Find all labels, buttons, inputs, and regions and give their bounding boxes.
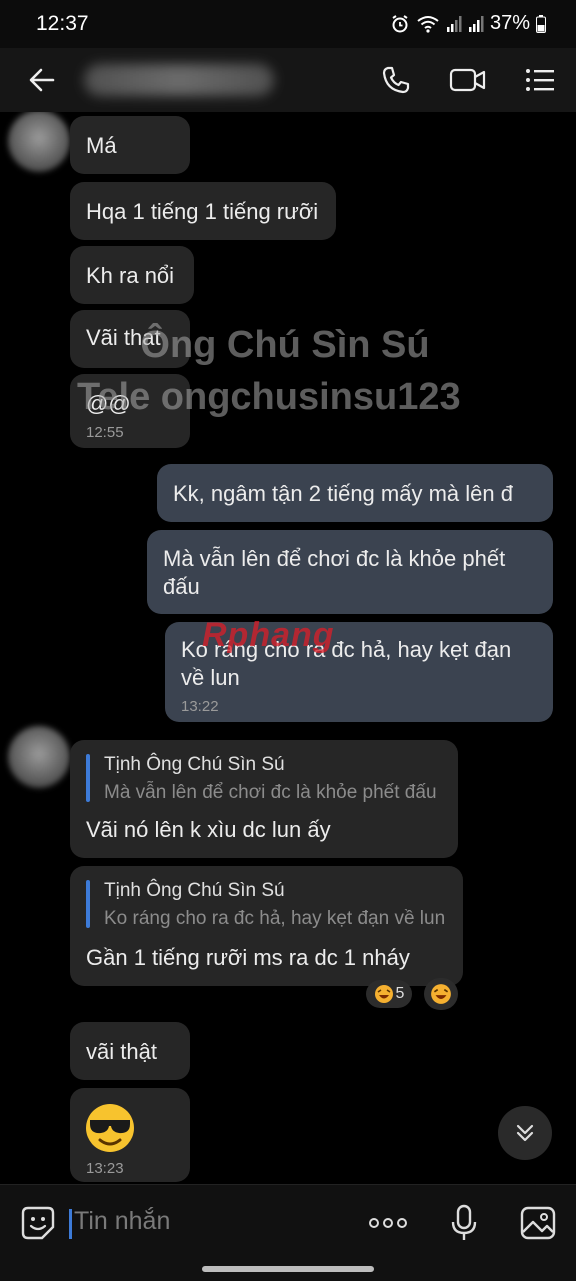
message-bubble[interactable]: Hqa 1 tiếng 1 tiếng rưỡi <box>70 182 336 240</box>
message-text: vãi thật <box>86 1039 157 1064</box>
message-bubble[interactable]: @@ 12:55 <box>70 374 190 448</box>
message-bubble-outgoing[interactable]: Kk, ngâm tận 2 tiếng mấy mà lên đ <box>157 464 553 522</box>
reply-author: Tịnh Ông Chú Sìn Sú <box>104 880 285 901</box>
phone-icon <box>382 66 410 94</box>
reply-quote-bar <box>86 754 90 802</box>
voice-call-button[interactable] <box>374 58 418 102</box>
sticker-button[interactable] <box>16 1201 60 1245</box>
chat-header <box>0 48 576 112</box>
wifi-icon <box>417 15 439 33</box>
message-text: @@ <box>86 391 131 416</box>
message-time: 13:22 <box>181 698 219 715</box>
avatar[interactable] <box>8 726 70 788</box>
status-time: 12:37 <box>36 12 89 35</box>
message-bubble[interactable]: vãi thật <box>70 1022 190 1080</box>
status-bar: 12:37 37% <box>0 0 576 48</box>
menu-button[interactable] <box>518 58 562 102</box>
text-caret <box>69 1209 72 1239</box>
watermark-logo: Rphang <box>202 616 335 654</box>
add-reaction-button[interactable] <box>424 978 458 1010</box>
video-call-button[interactable] <box>446 58 490 102</box>
sticker-icon <box>21 1206 55 1240</box>
message-bubble[interactable]: Kh ra nổi <box>70 246 194 304</box>
reaction-count: 5 <box>395 985 405 1002</box>
double-chevron-down-icon <box>516 1124 534 1142</box>
message-bubble-outgoing[interactable]: Mà vẫn lên để chơi đc là khỏe phết đấu <box>147 530 553 614</box>
message-input[interactable]: Tin nhắn <box>74 1207 170 1236</box>
gallery-button[interactable] <box>516 1201 560 1245</box>
battery-percent: 37% <box>489 12 530 34</box>
avatar[interactable] <box>8 112 70 172</box>
home-indicator[interactable] <box>202 1266 374 1272</box>
microphone-icon <box>451 1204 477 1240</box>
scroll-to-bottom-button[interactable] <box>498 1106 552 1160</box>
laughing-emoji-icon <box>374 985 393 1003</box>
status-icons: 37% <box>390 12 546 35</box>
battery-icon <box>536 14 546 33</box>
reply-snippet: Mà vẫn lên để chơi đc là khỏe phết đấu <box>104 782 437 803</box>
more-options-button[interactable] <box>366 1201 410 1245</box>
signal-icon-1 <box>446 15 462 32</box>
message-bubble[interactable]: Má <box>70 116 190 174</box>
reaction-badge[interactable]: 5 <box>366 980 412 1008</box>
message-text: Vãi nó lên k xìu dc lun ấy <box>86 817 331 842</box>
arrow-left-icon <box>29 68 55 92</box>
cool-sunglasses-emoji <box>86 1104 134 1152</box>
message-text: Kh ra nổi <box>86 263 175 288</box>
menu-list-icon <box>526 69 554 91</box>
signal-icon-2 <box>468 15 484 32</box>
message-text: Vãi that <box>86 325 161 350</box>
message-text: Kk, ngâm tận 2 tiếng mấy mà lên đ <box>173 481 513 506</box>
reply-snippet: Ko ráng cho ra đc hả, hay kẹt đạn về lun <box>104 908 446 929</box>
message-text: Má <box>86 133 117 158</box>
message-bubble[interactable]: Vãi that <box>70 310 190 368</box>
message-bubble-emoji[interactable]: 13:23 <box>70 1088 190 1182</box>
reply-author: Tịnh Ông Chú Sìn Sú <box>104 754 285 775</box>
message-text: Mà vẫn lên để chơi đc là khỏe phết đấu <box>163 546 506 599</box>
video-camera-icon <box>449 68 486 92</box>
message-text: Hqa 1 tiếng 1 tiếng rưỡi <box>86 199 319 224</box>
voice-message-button[interactable] <box>442 1201 486 1245</box>
message-text: Gần 1 tiếng rưỡi ms ra dc 1 nháy <box>86 945 410 970</box>
message-time: 13:23 <box>86 1160 124 1177</box>
message-time: 12:55 <box>86 424 124 441</box>
contact-name-blurred[interactable] <box>84 64 274 96</box>
reply-quote-bar <box>86 880 90 928</box>
more-dots-icon <box>369 1218 407 1228</box>
laughing-emoji-icon <box>431 984 451 1004</box>
message-bubble-reply[interactable]: Tịnh Ông Chú Sìn Sú Mà vẫn lên để chơi đ… <box>70 740 458 858</box>
alarm-icon <box>392 14 408 32</box>
message-list[interactable]: Má Hqa 1 tiếng 1 tiếng rưỡi Kh ra nổi Vã… <box>0 112 576 1184</box>
back-button[interactable] <box>20 58 64 102</box>
image-gallery-icon <box>520 1206 556 1240</box>
message-bubble-reply[interactable]: Tịnh Ông Chú Sìn Sú Ko ráng cho ra đc hả… <box>70 866 463 986</box>
